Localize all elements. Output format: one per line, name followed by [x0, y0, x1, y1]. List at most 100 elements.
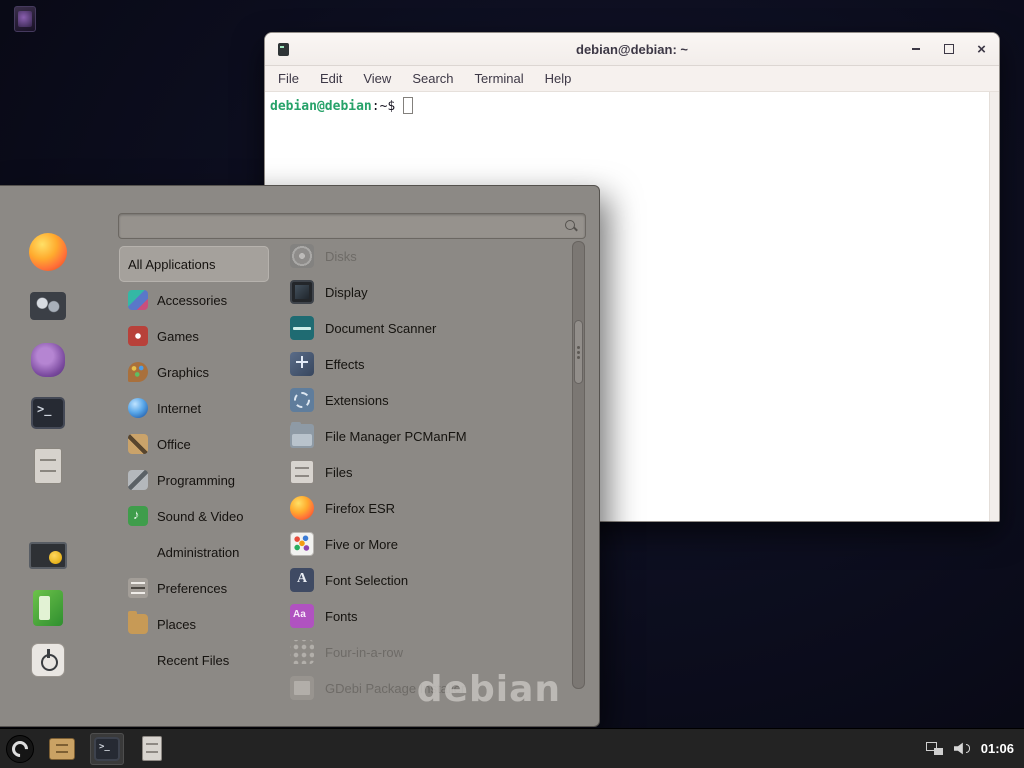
scanner-icon: [290, 316, 314, 340]
file-manager-icon: [34, 448, 62, 484]
maximize-icon[interactable]: [939, 40, 958, 59]
menubar-item-file[interactable]: File: [278, 71, 299, 86]
search-icon: [564, 219, 578, 233]
terminal-icon: [94, 737, 120, 761]
menubar-item-help[interactable]: Help: [545, 71, 572, 86]
favorite-messenger[interactable]: [25, 337, 71, 383]
menubar-item-search[interactable]: Search: [412, 71, 453, 86]
clock[interactable]: 01:06: [981, 741, 1014, 756]
minimize-icon[interactable]: [906, 40, 925, 59]
category-preferences[interactable]: Preferences: [119, 570, 269, 606]
menubar-item-edit[interactable]: Edit: [320, 71, 342, 86]
taskbar-terminal-button[interactable]: [90, 733, 124, 765]
terminal-scrollbar[interactable]: [989, 92, 999, 521]
app-label: File Manager PCManFM: [325, 429, 467, 444]
favorite-terminal[interactable]: [25, 390, 71, 436]
lock-screen-button[interactable]: [25, 532, 71, 578]
programming-icon: [128, 470, 148, 490]
category-programming[interactable]: Programming: [119, 462, 269, 498]
category-recent-files[interactable]: Recent Files: [119, 642, 269, 678]
app-item-effects[interactable]: Effects: [284, 346, 570, 382]
terminal-app-icon: [278, 43, 289, 56]
volume-icon[interactable]: [954, 742, 970, 755]
app-list-scrollbar[interactable]: [572, 241, 585, 689]
firefox-icon: [290, 496, 314, 520]
app-item-firefox-esr[interactable]: Firefox ESR: [284, 490, 570, 526]
menubar-item-terminal[interactable]: Terminal: [475, 71, 524, 86]
app-item-file-manager-pcmanfm[interactable]: File Manager PCManFM: [284, 418, 570, 454]
app-label: Files: [325, 465, 352, 480]
four-in-a-row-icon: [290, 640, 314, 664]
app-item-files[interactable]: Files: [284, 454, 570, 490]
app-label: Extensions: [325, 393, 389, 408]
category-places[interactable]: Places: [119, 606, 269, 642]
scrollbar-thumb[interactable]: [574, 320, 583, 384]
graphics-icon: [128, 362, 148, 382]
log-out-icon: [33, 590, 63, 626]
search-box: [118, 213, 586, 239]
accessories-icon: [128, 290, 148, 310]
pcmanfm-icon: [290, 424, 314, 448]
display-icon: [290, 280, 314, 304]
lock-screen-icon: [29, 542, 67, 569]
app-item-document-scanner[interactable]: Document Scanner: [284, 310, 570, 346]
category-label: Games: [157, 329, 199, 344]
category-label: Recent Files: [157, 653, 229, 668]
favorite-users[interactable]: [25, 283, 71, 329]
app-item-five-or-more[interactable]: Five or More: [284, 526, 570, 562]
category-games[interactable]: Games: [119, 318, 269, 354]
effects-icon: [290, 352, 314, 376]
preferences-icon: [128, 578, 148, 598]
menu-button[interactable]: [6, 735, 34, 763]
debian-watermark: debian: [417, 669, 561, 710]
category-sound-video[interactable]: Sound & Video: [119, 498, 269, 534]
category-label: Administration: [157, 545, 239, 560]
category-graphics[interactable]: Graphics: [119, 354, 269, 390]
close-icon[interactable]: [972, 40, 991, 59]
desktop: debian@debian: ~ File Edit View Search T…: [0, 0, 1024, 768]
desktop-icon[interactable]: [14, 6, 36, 32]
category-label: All Applications: [128, 257, 215, 272]
network-icon[interactable]: [926, 742, 943, 755]
taskbar-file-manager-button[interactable]: [45, 733, 79, 765]
app-item-extensions[interactable]: Extensions: [284, 382, 570, 418]
files-icon: [290, 460, 314, 484]
category-internet[interactable]: Internet: [119, 390, 269, 426]
menubar-item-view[interactable]: View: [363, 71, 391, 86]
app-item-disks[interactable]: Disks: [284, 238, 570, 274]
taskbar-files-button[interactable]: [135, 733, 169, 765]
favorite-firefox[interactable]: [25, 229, 71, 275]
file-manager-icon: [49, 738, 75, 760]
app-item-fonts[interactable]: Fonts: [284, 598, 570, 634]
app-label: Display: [325, 285, 368, 300]
app-item-four-in-a-row[interactable]: Four-in-a-row: [284, 634, 570, 670]
category-all-applications[interactable]: All Applications: [119, 246, 269, 282]
disks-icon: [290, 244, 314, 268]
app-item-font-selection[interactable]: Font Selection: [284, 562, 570, 598]
category-label: Accessories: [157, 293, 227, 308]
category-list: All Applications Accessories Games Graph…: [119, 246, 269, 678]
terminal-menubar: File Edit View Search Terminal Help: [265, 66, 999, 92]
category-label: Graphics: [157, 365, 209, 380]
terminal-icon: [31, 397, 65, 429]
users-icon: [30, 292, 66, 320]
terminal-titlebar[interactable]: debian@debian: ~: [265, 33, 999, 66]
app-label: Five or More: [325, 537, 398, 552]
app-label: Document Scanner: [325, 321, 436, 336]
category-label: Preferences: [157, 581, 227, 596]
shut-down-button[interactable]: [25, 637, 71, 683]
category-label: Programming: [157, 473, 235, 488]
log-out-button[interactable]: [25, 585, 71, 631]
sound-video-icon: [128, 506, 148, 526]
app-item-display[interactable]: Display: [284, 274, 570, 310]
app-list: Disks Display Document Scanner Effects E…: [284, 238, 570, 706]
favorite-file-manager[interactable]: [25, 443, 71, 489]
prompt-path: :~$: [372, 99, 395, 114]
application-menu: All Applications Accessories Games Graph…: [0, 185, 600, 727]
search-input[interactable]: [126, 219, 564, 234]
internet-icon: [128, 398, 148, 418]
category-office[interactable]: Office: [119, 426, 269, 462]
office-icon: [128, 434, 148, 454]
category-accessories[interactable]: Accessories: [119, 282, 269, 318]
category-administration[interactable]: Administration: [119, 534, 269, 570]
